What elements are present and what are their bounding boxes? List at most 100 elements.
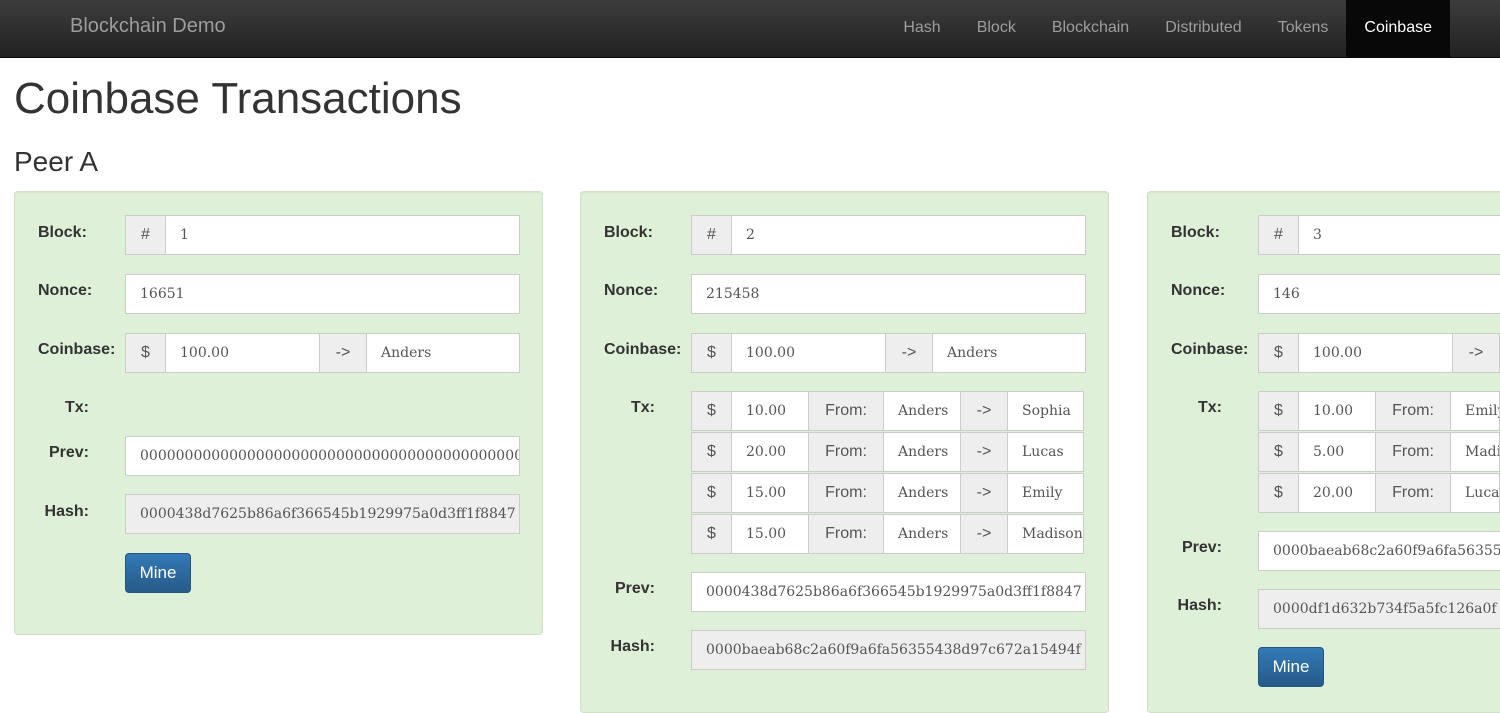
tx-amount-input[interactable]: 20.00 <box>731 432 809 472</box>
tx-sender-input[interactable]: Lucas <box>1450 473 1500 513</box>
tx-sender-input[interactable]: Emily <box>1450 391 1500 431</box>
nonce-input[interactable]: 146 <box>1258 274 1500 314</box>
block-number-group: # 2 <box>691 215 1086 255</box>
tx-label: Tx: <box>631 399 655 416</box>
block-card-3: Block: # 3 Nonce: 146 Coinbase: $ 100.00… <box>1147 191 1500 713</box>
block-number-input[interactable]: 1 <box>165 215 520 255</box>
coinbase-recipient-input[interactable]: Anders <box>932 333 1086 373</box>
nonce-group: 215458 <box>691 274 1086 314</box>
prev-group: 0000438d7625b86a6f366545b1929975a0d3ff1f… <box>691 572 1086 612</box>
navbar-brand[interactable]: Blockchain Demo <box>70 15 226 38</box>
hash-group: 0000438d7625b86a6f366545b1929975a0d3ff1f… <box>125 494 520 534</box>
nav-item-hash[interactable]: Hash <box>885 0 958 57</box>
nonce-input[interactable]: 215458 <box>691 274 1086 314</box>
block-number-input[interactable]: 3 <box>1298 215 1500 255</box>
tx-amount-input[interactable]: 15.00 <box>731 473 809 513</box>
prev-label: Prev: <box>1181 539 1222 556</box>
tx-sender-input[interactable]: Anders <box>883 473 961 513</box>
dollar-addon: $ <box>1258 391 1299 431</box>
tx-amount-input[interactable]: 10.00 <box>731 391 809 431</box>
block-number-input[interactable]: 2 <box>731 215 1086 255</box>
tx-row: $ 10.00 From: Emily <box>1258 391 1500 431</box>
arrow-addon: -> <box>960 473 1008 513</box>
dollar-addon: $ <box>691 391 732 431</box>
prev-label: Prev: <box>614 580 655 597</box>
block-card-1: Block: # 1 Nonce: 16651 Coinbase: $ 100.… <box>14 191 543 635</box>
dollar-addon: $ <box>1258 432 1299 472</box>
nonce-label: Nonce: <box>604 282 659 299</box>
from-addon: From: <box>808 432 884 472</box>
prev-group: 0000baeab68c2a60f9a6fa56355438d97c672a15… <box>1258 531 1500 571</box>
tx-sender-input[interactable]: Anders <box>883 432 961 472</box>
dollar-addon: $ <box>691 432 732 472</box>
block-label: Block: <box>604 224 653 241</box>
prev-group: 0000000000000000000000000000000000000000… <box>125 436 520 476</box>
tx-row: $ 15.00 From: Anders -> Emily <box>691 473 1084 513</box>
tx-row: $ 20.00 From: Anders -> Lucas <box>691 432 1084 472</box>
coinbase-group: $ 100.00 -> Anders <box>691 333 1086 373</box>
nonce-label: Nonce: <box>38 282 93 299</box>
nav-item-distributed[interactable]: Distributed <box>1147 0 1259 57</box>
nav-item-block[interactable]: Block <box>959 0 1034 57</box>
nav-item-tokens[interactable]: Tokens <box>1260 0 1347 57</box>
tx-sender-input[interactable]: Anders <box>883 391 961 431</box>
coinbase-amount-input[interactable]: 100.00 <box>1298 333 1453 373</box>
from-addon: From: <box>1375 473 1451 513</box>
tx-row: $ 20.00 From: Lucas <box>1258 473 1500 513</box>
mine-button[interactable]: Mine <box>125 553 191 593</box>
coinbase-amount-input[interactable]: 100.00 <box>165 333 320 373</box>
tx-amount-input[interactable]: 20.00 <box>1298 473 1376 513</box>
from-addon: From: <box>808 473 884 513</box>
dollar-addon: $ <box>1258 473 1299 513</box>
hash-label: Hash: <box>44 503 89 520</box>
tx-sender-input[interactable]: Anders <box>883 514 961 554</box>
dollar-addon: $ <box>691 473 732 513</box>
nav-item-coinbase[interactable]: Coinbase <box>1346 0 1450 57</box>
tx-amount-input[interactable]: 5.00 <box>1298 432 1376 472</box>
prev-hash-input[interactable]: 0000baeab68c2a60f9a6fa56355438d97c672a15… <box>1258 531 1500 571</box>
dollar-addon: $ <box>1258 333 1299 373</box>
hash-symbol-addon: # <box>125 215 166 255</box>
arrow-addon: -> <box>960 391 1008 431</box>
coinbase-group: $ 100.00 -> Anders <box>125 333 520 373</box>
hash-output: 0000baeab68c2a60f9a6fa56355438d97c672a15… <box>691 630 1086 670</box>
nonce-label: Nonce: <box>1171 282 1226 299</box>
tx-recipient-input[interactable]: Emily <box>1007 473 1084 513</box>
arrow-addon: -> <box>960 432 1008 472</box>
coinbase-amount-input[interactable]: 100.00 <box>731 333 886 373</box>
nonce-group: 16651 <box>125 274 520 314</box>
coinbase-recipient-input[interactable]: Anders <box>366 333 520 373</box>
nonce-input[interactable]: 16651 <box>125 274 520 314</box>
tx-recipient-input[interactable]: Madison <box>1007 514 1084 554</box>
from-addon: From: <box>808 391 884 431</box>
coinbase-label: Coinbase: <box>38 341 116 358</box>
arrow-addon: -> <box>960 514 1008 554</box>
dollar-addon: $ <box>691 514 732 554</box>
prev-hash-input[interactable]: 0000000000000000000000000000000000000000… <box>125 436 520 476</box>
tx-amount-input[interactable]: 10.00 <box>1298 391 1376 431</box>
block-label: Block: <box>1171 224 1220 241</box>
dollar-addon: $ <box>125 333 166 373</box>
tx-row: $ 10.00 From: Anders -> Sophia <box>691 391 1084 431</box>
tx-label: Tx: <box>1198 399 1222 416</box>
prev-label: Prev: <box>48 444 89 461</box>
block-card-2: Block: # 2 Nonce: 215458 Coinbase: $ 100… <box>580 191 1109 713</box>
tx-recipient-input[interactable]: Lucas <box>1007 432 1084 472</box>
tx-recipient-input[interactable]: Sophia <box>1007 391 1084 431</box>
page-title: Coinbase Transactions <box>14 74 462 123</box>
navbar-menu: Hash Block Blockchain Distributed Tokens… <box>885 0 1450 57</box>
nonce-group: 146 <box>1258 274 1500 314</box>
mine-button[interactable]: Mine <box>1258 647 1324 687</box>
arrow-addon: -> <box>1452 333 1500 373</box>
from-addon: From: <box>1375 432 1451 472</box>
tx-row: $ 15.00 From: Anders -> Madison <box>691 514 1084 554</box>
tx-amount-input[interactable]: 15.00 <box>731 514 809 554</box>
from-addon: From: <box>1375 391 1451 431</box>
nav-item-blockchain[interactable]: Blockchain <box>1034 0 1147 57</box>
tx-sender-input[interactable]: Madison <box>1450 432 1500 472</box>
arrow-addon: -> <box>885 333 933 373</box>
coinbase-label: Coinbase: <box>604 341 682 358</box>
prev-hash-input[interactable]: 0000438d7625b86a6f366545b1929975a0d3ff1f… <box>691 572 1086 612</box>
hash-output: 0000438d7625b86a6f366545b1929975a0d3ff1f… <box>125 494 520 534</box>
navbar: Blockchain Demo Hash Block Blockchain Di… <box>0 0 1500 58</box>
